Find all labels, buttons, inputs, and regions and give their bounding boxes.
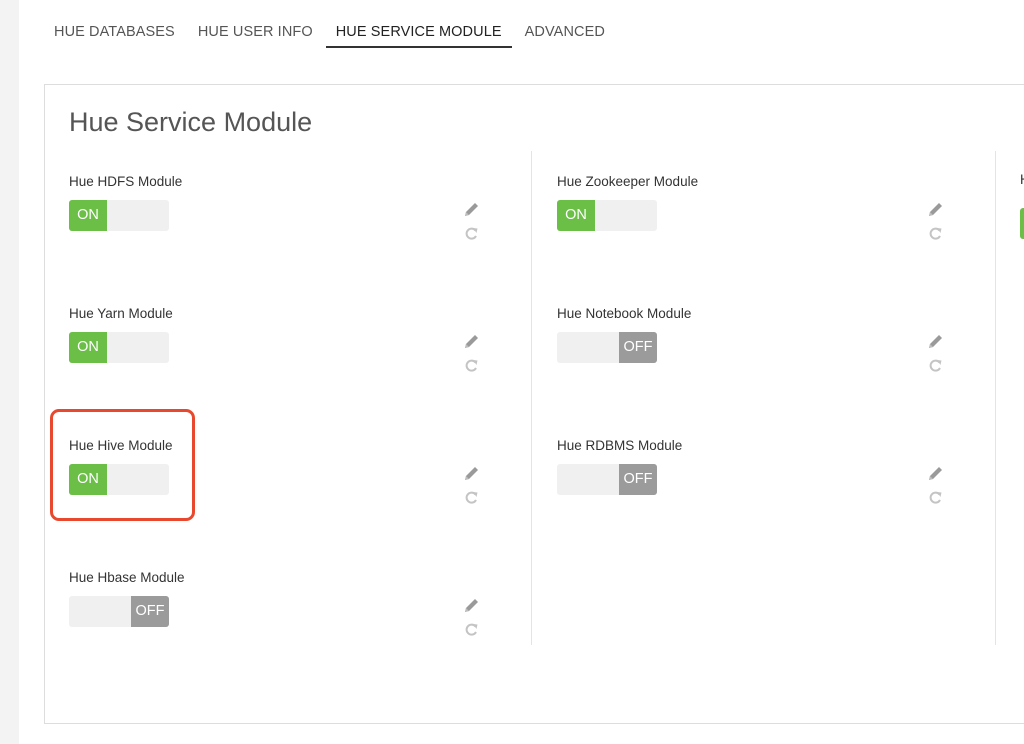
refresh-icon[interactable] xyxy=(926,357,946,375)
module-rdbms: Hue RDBMS Module OFF xyxy=(557,438,997,548)
panel-title: Hue Service Module xyxy=(69,107,313,137)
module-actions xyxy=(462,333,482,377)
partial-toggle[interactable] xyxy=(1020,208,1024,239)
module-yarn: Hue Yarn Module ON xyxy=(69,306,509,416)
module-notebook: Hue Notebook Module OFF xyxy=(557,306,997,416)
module-label-fragment: H xyxy=(1020,172,1024,186)
hbase-toggle[interactable]: OFF xyxy=(69,596,169,627)
rdbms-toggle[interactable]: OFF xyxy=(557,464,657,495)
left-sidebar-strip xyxy=(0,0,19,744)
tab-hue-user-info[interactable]: HUE USER INFO xyxy=(198,22,313,48)
pencil-icon[interactable] xyxy=(926,201,946,219)
module-hive: Hue Hive Module ON xyxy=(69,438,509,548)
pencil-icon[interactable] xyxy=(462,333,482,351)
service-module-panel: Hue Service Module Hue HDFS Module ON Hu… xyxy=(44,84,1024,724)
module-zookeeper: Hue Zookeeper Module ON xyxy=(557,174,997,284)
module-actions xyxy=(462,465,482,509)
module-actions xyxy=(462,597,482,641)
module-label: Hue Notebook Module xyxy=(557,306,692,321)
refresh-icon[interactable] xyxy=(462,225,482,243)
module-actions xyxy=(926,201,946,245)
hive-toggle[interactable]: ON xyxy=(69,464,169,495)
refresh-icon[interactable] xyxy=(926,225,946,243)
module-label: Hue Hive Module xyxy=(69,438,173,453)
pencil-icon[interactable] xyxy=(926,333,946,351)
column-divider xyxy=(531,151,532,645)
module-actions xyxy=(926,333,946,377)
refresh-icon[interactable] xyxy=(462,489,482,507)
refresh-icon[interactable] xyxy=(462,621,482,639)
refresh-icon[interactable] xyxy=(926,489,946,507)
toggle-state: ON xyxy=(557,200,595,231)
module-label: Hue HDFS Module xyxy=(69,174,183,189)
tab-hue-service-module[interactable]: HUE SERVICE MODULE xyxy=(325,22,512,48)
refresh-icon[interactable] xyxy=(462,357,482,375)
pencil-icon[interactable] xyxy=(926,465,946,483)
toggle-state: OFF xyxy=(131,596,169,627)
module-label: Hue Zookeeper Module xyxy=(557,174,699,189)
tab-bar: HUE DATABASES HUE USER INFO HUE SERVICE … xyxy=(54,22,628,48)
module-actions xyxy=(462,201,482,245)
module-label: Hue Yarn Module xyxy=(69,306,173,321)
pencil-icon[interactable] xyxy=(462,597,482,615)
toggle-state: ON xyxy=(69,332,107,363)
module-label: Hue Hbase Module xyxy=(69,570,185,585)
pencil-icon[interactable] xyxy=(462,465,482,483)
toggle-state: OFF xyxy=(619,332,657,363)
pencil-icon[interactable] xyxy=(462,201,482,219)
module-hdfs: Hue HDFS Module ON xyxy=(69,174,509,284)
hdfs-toggle[interactable]: ON xyxy=(69,200,169,231)
yarn-toggle[interactable]: ON xyxy=(69,332,169,363)
tab-advanced[interactable]: ADVANCED xyxy=(525,22,605,48)
toggle-state: ON xyxy=(69,464,107,495)
zookeeper-toggle[interactable]: ON xyxy=(557,200,657,231)
tab-hue-databases[interactable]: HUE DATABASES xyxy=(54,22,175,48)
module-label: Hue RDBMS Module xyxy=(557,438,683,453)
toggle-state: ON xyxy=(69,200,107,231)
module-actions xyxy=(926,465,946,509)
toggle-state: OFF xyxy=(619,464,657,495)
module-hbase: Hue Hbase Module OFF xyxy=(69,570,509,680)
notebook-toggle[interactable]: OFF xyxy=(557,332,657,363)
